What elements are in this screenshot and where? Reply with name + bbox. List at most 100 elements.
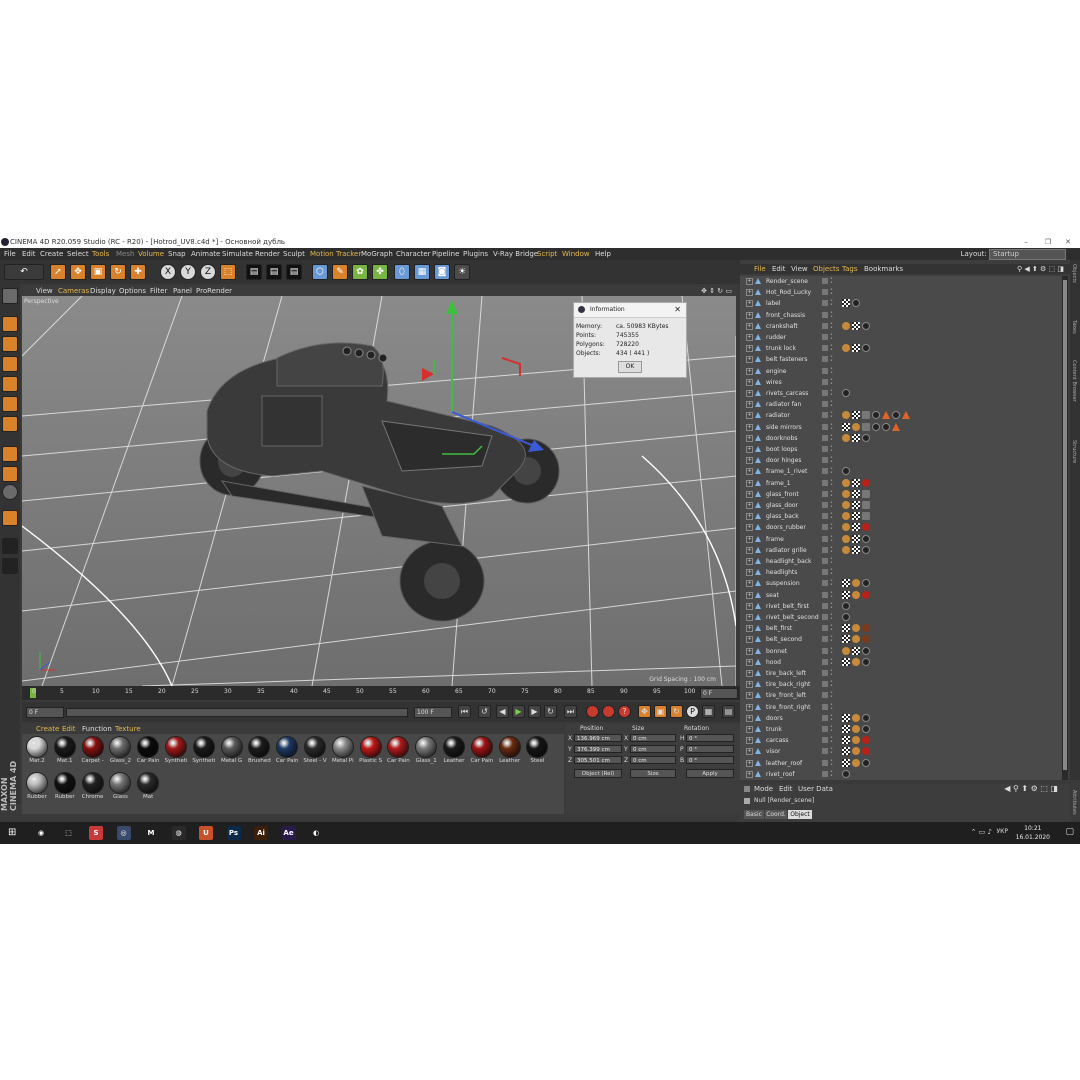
layer-visibility-icon[interactable] xyxy=(822,602,828,609)
material-tag-icon[interactable] xyxy=(862,433,870,442)
layer-visibility-icon[interactable] xyxy=(822,770,828,777)
visibility-dots-icon[interactable]: • • xyxy=(830,769,833,778)
object-name[interactable]: glass_front xyxy=(766,489,799,500)
menu-window[interactable]: Window xyxy=(562,248,590,260)
layer-visibility-icon[interactable] xyxy=(822,647,828,654)
menu-plugins[interactable]: Plugins xyxy=(463,248,488,260)
maximize-button[interactable]: ❐ xyxy=(1038,236,1058,248)
expand-toggle-icon[interactable]: + xyxy=(746,658,753,666)
expand-toggle-icon[interactable]: + xyxy=(746,546,753,554)
layer-visibility-icon[interactable] xyxy=(822,300,828,307)
object-row[interactable]: + rivet_belt_second • • xyxy=(740,612,1062,623)
points-mode-icon[interactable] xyxy=(2,376,18,392)
object-name[interactable]: suspension xyxy=(766,578,800,589)
material-swatch[interactable]: Car Pain xyxy=(469,736,495,770)
timeline-window-icon[interactable]: ▤ xyxy=(722,705,735,718)
material-tag-icon[interactable] xyxy=(842,601,850,610)
timeline-ruler[interactable]: 0 5 10 15 20 25 30 35 40 45 50 55 60 65 … xyxy=(22,686,740,700)
uv-checker-tag-icon[interactable] xyxy=(842,590,850,599)
material-menu-texture[interactable]: Texture xyxy=(115,724,141,734)
material-tag-icon[interactable] xyxy=(872,411,880,420)
expand-toggle-icon[interactable]: + xyxy=(746,614,753,621)
material-tag-icon[interactable] xyxy=(852,299,860,308)
object-name[interactable]: radiator fan xyxy=(766,399,801,410)
material-swatch[interactable]: Car Pain xyxy=(385,736,411,770)
menu-pipeline[interactable]: Pipeline xyxy=(432,248,459,260)
material-menu-create[interactable]: Create xyxy=(36,724,59,734)
layer-visibility-icon[interactable] xyxy=(822,591,828,598)
menu-select[interactable]: Select xyxy=(67,248,89,260)
expand-toggle-icon[interactable]: + xyxy=(746,300,753,308)
material-tag-icon[interactable] xyxy=(862,747,870,756)
object-row[interactable]: + Render_scene • • xyxy=(740,276,1062,287)
expand-toggle-icon[interactable]: + xyxy=(746,714,753,722)
render-picture-viewer-icon[interactable]: ▤ xyxy=(266,264,282,280)
menu-mograph[interactable]: MoGraph xyxy=(361,248,393,260)
layer-visibility-icon[interactable] xyxy=(822,737,828,744)
object-row[interactable]: + glass_back • • xyxy=(740,511,1062,522)
uv-checker-tag-icon[interactable] xyxy=(852,433,860,442)
object-name[interactable]: frame xyxy=(766,534,784,545)
snap-icon[interactable] xyxy=(2,510,18,526)
deformer-icon[interactable]: ⬯ xyxy=(394,264,410,280)
expand-toggle-icon[interactable]: + xyxy=(746,278,753,285)
polygons-mode-icon[interactable] xyxy=(2,416,18,432)
layer-visibility-icon[interactable] xyxy=(822,490,828,497)
expand-toggle-icon[interactable]: + xyxy=(746,390,753,397)
menu-motion-tracker[interactable]: Motion Tracker xyxy=(310,248,361,260)
phong-tag-icon[interactable] xyxy=(842,411,850,420)
menu-vray-bridge[interactable]: V-Ray Bridge xyxy=(493,248,538,260)
object-row[interactable]: + doorknobs • • xyxy=(740,433,1062,444)
attr-menu-user-data[interactable]: User Data xyxy=(798,784,833,794)
phong-tag-icon[interactable] xyxy=(852,736,860,745)
expand-toggle-icon[interactable]: + xyxy=(746,602,753,610)
material-menu-edit[interactable]: Edit xyxy=(62,724,76,734)
expand-toggle-icon[interactable]: + xyxy=(746,625,753,633)
expand-toggle-icon[interactable]: + xyxy=(746,670,753,677)
object-row[interactable]: + suspension • • xyxy=(740,578,1062,589)
phong-tag-icon[interactable] xyxy=(852,725,860,733)
layer-visibility-icon[interactable] xyxy=(822,434,828,441)
windows-start-icon[interactable]: ⊞ xyxy=(8,827,16,838)
expand-toggle-icon[interactable]: + xyxy=(746,647,753,655)
layer-visibility-icon[interactable] xyxy=(822,513,828,520)
expand-toggle-icon[interactable]: + xyxy=(746,412,753,420)
om-menu-file[interactable]: File xyxy=(754,264,766,274)
material-tag-icon[interactable] xyxy=(862,478,870,487)
layer-visibility-icon[interactable] xyxy=(822,345,828,352)
uv-checker-tag-icon[interactable] xyxy=(852,545,860,554)
attr-menu-edit[interactable]: Edit xyxy=(779,784,793,794)
next-key-icon[interactable]: ↻ xyxy=(544,705,557,718)
phong-tag-icon[interactable] xyxy=(842,512,850,521)
workplane-grid-icon[interactable] xyxy=(2,538,18,554)
visibility-dots-icon[interactable]: • • xyxy=(830,613,833,622)
expand-toggle-icon[interactable]: + xyxy=(746,446,753,453)
object-name[interactable]: door hinges xyxy=(766,455,801,466)
object-row[interactable]: + door hinges • • xyxy=(740,455,1062,466)
phong-tag-icon[interactable] xyxy=(842,478,850,487)
next-frame-icon[interactable]: ▶ xyxy=(528,705,541,718)
visibility-dots-icon[interactable]: • • xyxy=(830,456,833,465)
material-swatch[interactable]: Leather xyxy=(497,736,523,770)
uv-checker-tag-icon[interactable] xyxy=(842,422,850,431)
warning-tag-icon[interactable] xyxy=(892,422,900,431)
visibility-dots-icon[interactable]: • • xyxy=(830,702,833,711)
preview-range-slider[interactable] xyxy=(66,708,408,717)
visibility-dots-icon[interactable]: • • xyxy=(830,288,833,297)
expand-toggle-icon[interactable]: + xyxy=(746,513,753,521)
size-x-field[interactable]: 0 cm xyxy=(630,734,676,742)
object-name[interactable]: seat xyxy=(766,590,779,601)
menu-file[interactable]: File xyxy=(4,248,16,260)
object-row[interactable]: + radiator • • xyxy=(740,410,1062,421)
object-name[interactable]: radiator xyxy=(766,410,790,421)
visibility-dots-icon[interactable]: • • xyxy=(830,433,833,442)
object-row[interactable]: + tire_front_left • • xyxy=(740,690,1062,701)
selection-tag-icon[interactable] xyxy=(862,501,870,509)
phong-tag-icon[interactable] xyxy=(842,523,850,532)
camera-icon[interactable]: ◙ xyxy=(434,264,450,280)
menu-animate[interactable]: Animate xyxy=(191,248,220,260)
object-name[interactable]: carcass xyxy=(766,735,789,746)
material-swatch[interactable]: Metal Pi xyxy=(330,736,356,770)
material-tag-icon[interactable] xyxy=(862,758,870,767)
coordinate-mode-select[interactable]: Object (Rel) xyxy=(574,769,622,778)
